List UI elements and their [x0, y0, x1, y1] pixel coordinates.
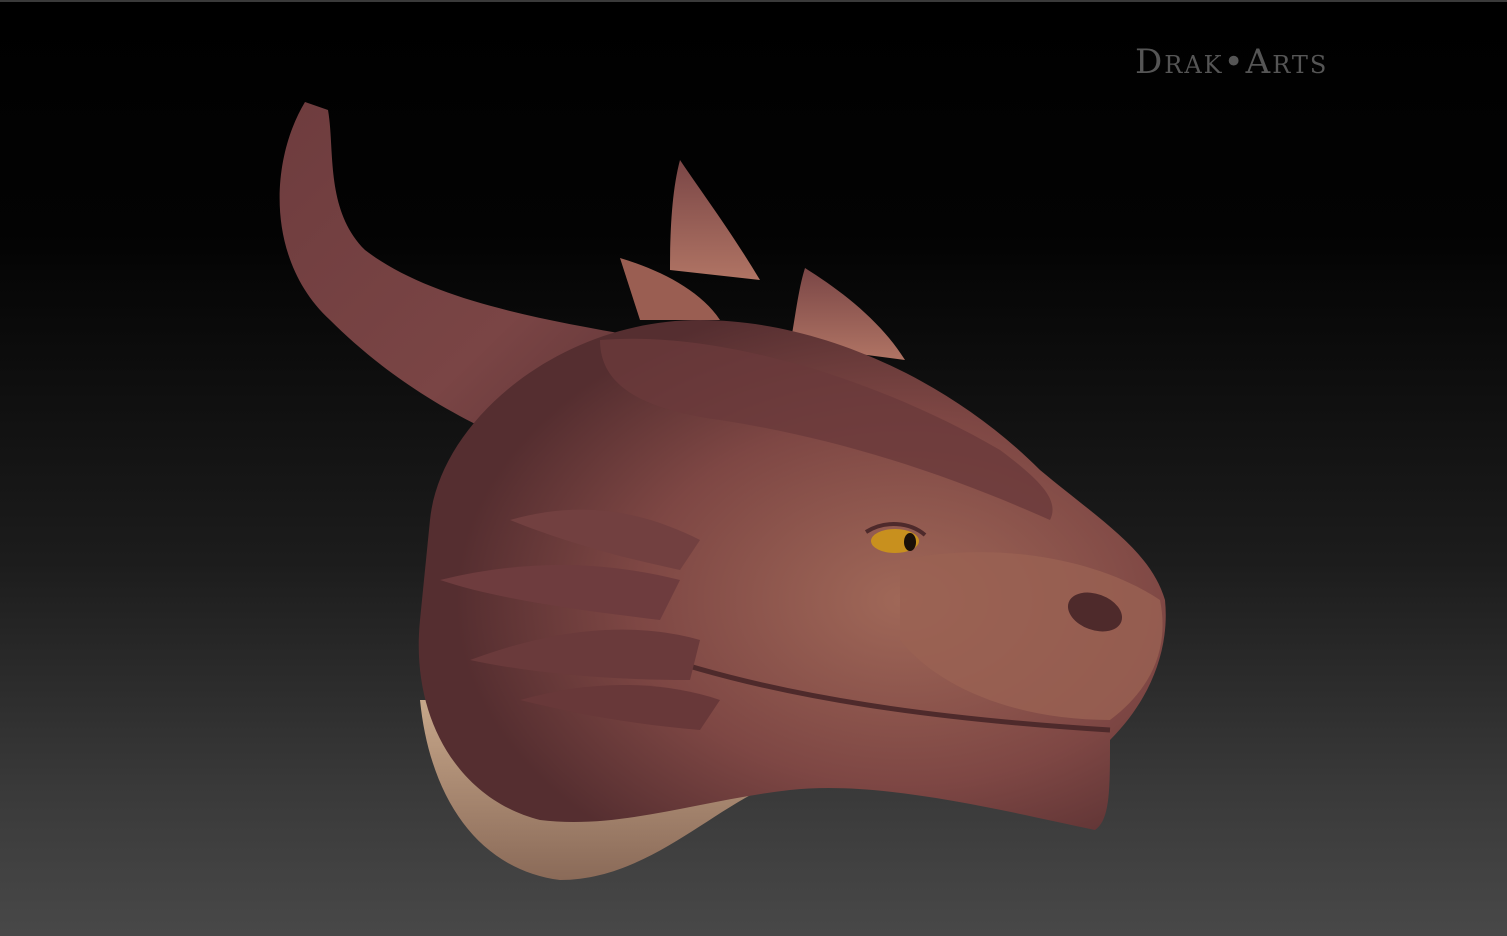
pupil	[904, 533, 916, 551]
dragon-head-render	[279, 102, 1166, 880]
watermark-logo: Drak•Arts	[1135, 42, 1329, 82]
spike	[670, 160, 760, 280]
